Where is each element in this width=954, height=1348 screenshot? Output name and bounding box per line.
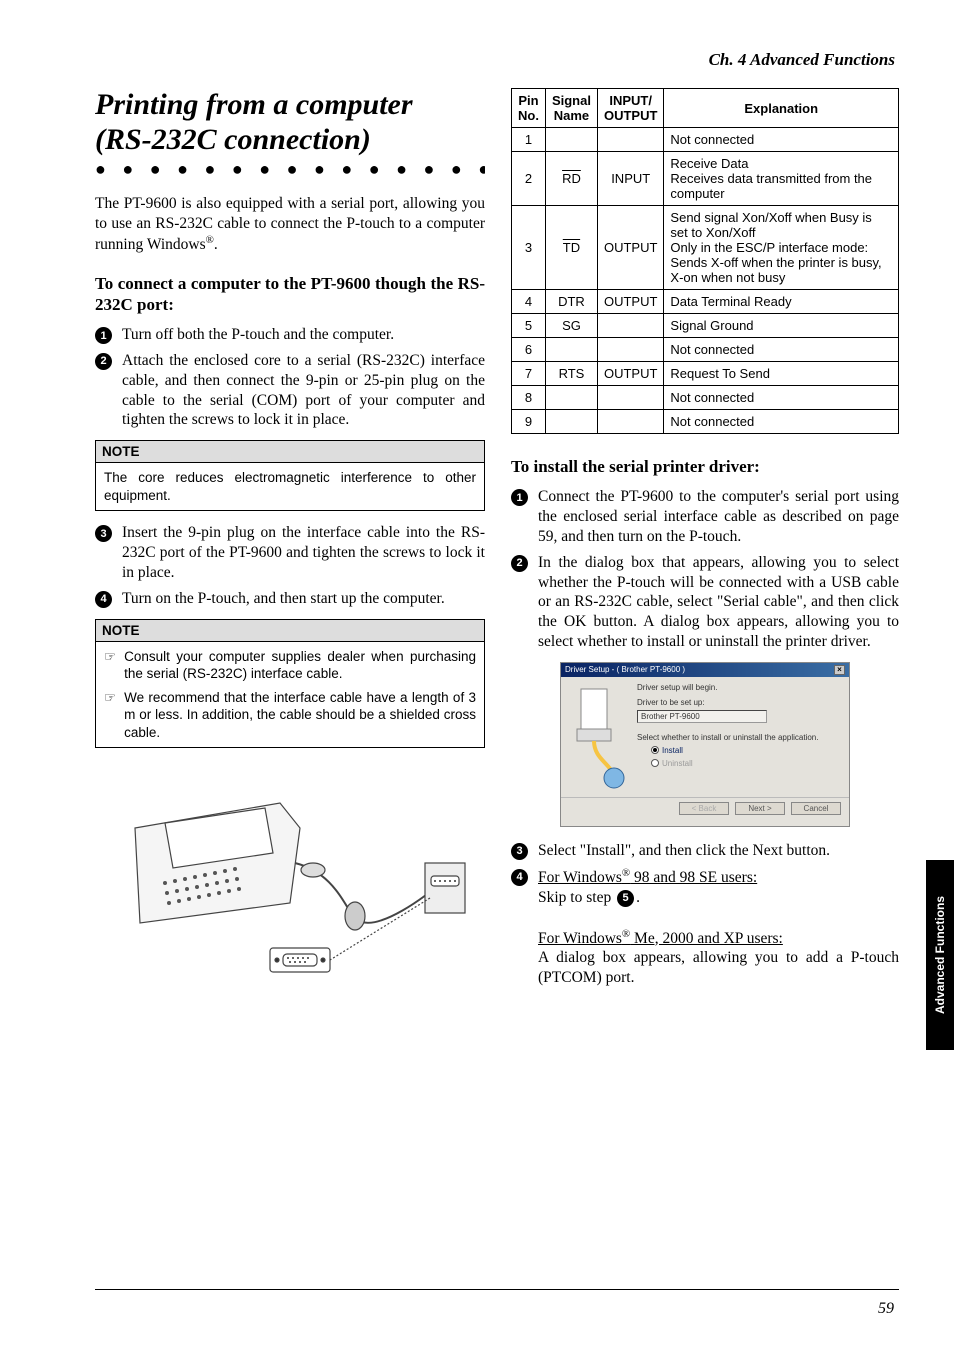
note-item-text: Consult your computer supplies dealer wh… bbox=[124, 648, 476, 683]
radio-uninstall: Uninstall bbox=[651, 759, 841, 768]
step-c3: 3 Select "Install", and then click the N… bbox=[511, 841, 899, 861]
table-row: 6Not connected bbox=[512, 338, 899, 362]
steps-install: 1 Connect the PT-9600 to the computer's … bbox=[511, 487, 899, 652]
intro-paragraph: The PT-9600 is also equipped with a seri… bbox=[95, 194, 485, 255]
back-button: < Back bbox=[679, 802, 729, 815]
section-title: Printing from a computer (RS-232C connec… bbox=[95, 88, 485, 157]
note-header: NOTE bbox=[96, 441, 484, 463]
note-body: The core reduces electromagnetic interfe… bbox=[96, 463, 484, 510]
radio-install: Install bbox=[651, 746, 841, 755]
step-c4: 4 For Windows® 98 and 98 SE users: Skip … bbox=[511, 867, 899, 988]
step-number-icon: 3 bbox=[95, 525, 112, 542]
step-2: 2 Attach the enclosed core to a serial (… bbox=[95, 351, 485, 430]
screenshot-graphic bbox=[569, 683, 629, 793]
step-number-icon: 4 bbox=[95, 591, 112, 608]
th-io: INPUT/OUTPUT bbox=[597, 89, 663, 128]
step-number-icon: 2 bbox=[511, 555, 528, 572]
pin-table: PinNo. SignalName INPUT/OUTPUT Explanati… bbox=[511, 88, 899, 434]
th-pin: PinNo. bbox=[512, 89, 546, 128]
note-box-1: NOTE The core reduces electromagnetic in… bbox=[95, 440, 485, 511]
table-row: 4DTROUTPUTData Terminal Ready bbox=[512, 290, 899, 314]
note-header: NOTE bbox=[96, 620, 484, 642]
steps-connect-b: 3 Insert the 9-pin plug on the interface… bbox=[95, 523, 485, 608]
device-cable-illustration bbox=[95, 768, 485, 978]
right-column: PinNo. SignalName INPUT/OUTPUT Explanati… bbox=[511, 88, 899, 998]
screenshot-titlebar: Driver Setup - ( Brother PT-9600 ) × bbox=[561, 663, 849, 677]
title-dots: ● ● ● ● ● ● ● ● ● ● ● ● ● ● ● ● ● ● ● ● … bbox=[95, 159, 485, 180]
step-number-icon: 1 bbox=[95, 327, 112, 344]
title-line1: Printing from a computer bbox=[95, 88, 413, 121]
table-row: 9Not connected bbox=[512, 410, 899, 434]
table-row: 2RDINPUTReceive DataReceives data transm… bbox=[512, 152, 899, 206]
driver-setup-screenshot: Driver Setup - ( Brother PT-9600 ) × Dri… bbox=[560, 662, 850, 827]
screenshot-text: Driver setup will begin. Driver to be se… bbox=[637, 683, 841, 793]
page-number: 59 bbox=[878, 1300, 894, 1318]
subheading-connect: To connect a computer to the PT-9600 tho… bbox=[95, 273, 485, 316]
steps-connect-a: 1 Turn off both the P-touch and the comp… bbox=[95, 325, 485, 430]
note-body: ☞ Consult your computer supplies dealer … bbox=[96, 642, 484, 748]
step-number-icon: 2 bbox=[95, 353, 112, 370]
pointer-icon: ☞ bbox=[104, 689, 116, 742]
title-line2: (RS-232C connection) bbox=[95, 123, 371, 156]
radio-icon bbox=[651, 746, 659, 754]
screenshot-title: Driver Setup - ( Brother PT-9600 ) bbox=[565, 665, 685, 674]
th-exp: Explanation bbox=[664, 89, 899, 128]
step-number-icon: 3 bbox=[511, 843, 528, 860]
pointer-icon: ☞ bbox=[104, 648, 116, 683]
footer-rule bbox=[95, 1289, 899, 1290]
table-row: 1Not connected bbox=[512, 128, 899, 152]
step-c1: 1 Connect the PT-9600 to the computer's … bbox=[511, 487, 899, 546]
step-number-icon: 1 bbox=[511, 489, 528, 506]
steps-install-cont: 3 Select "Install", and then click the N… bbox=[511, 841, 899, 988]
side-tab: Advanced Functions bbox=[926, 860, 954, 1050]
close-icon: × bbox=[834, 665, 845, 675]
cancel-button: Cancel bbox=[791, 802, 841, 815]
note-item-text: We recommend that the interface cable ha… bbox=[124, 689, 476, 742]
radio-icon bbox=[651, 759, 659, 767]
step-number-icon: 4 bbox=[511, 869, 528, 886]
table-row: 5SGSignal Ground bbox=[512, 314, 899, 338]
table-row: 8Not connected bbox=[512, 386, 899, 410]
step-4: 4 Turn on the P-touch, and then start up… bbox=[95, 589, 485, 609]
subheading-install: To install the serial printer driver: bbox=[511, 456, 899, 477]
note-box-2: NOTE ☞ Consult your computer supplies de… bbox=[95, 619, 485, 749]
chapter-header: Ch. 4 Advanced Functions bbox=[95, 50, 899, 70]
step-c2: 2 In the dialog box that appears, allowi… bbox=[511, 553, 899, 652]
step-c4-text: For Windows® 98 and 98 SE users: Skip to… bbox=[538, 867, 899, 988]
screenshot-buttons: < Back Next > Cancel bbox=[561, 797, 849, 819]
th-signal: SignalName bbox=[545, 89, 597, 128]
side-tab-label: Advanced Functions bbox=[933, 896, 947, 1014]
left-column: Printing from a computer (RS-232C connec… bbox=[95, 88, 485, 998]
step-3: 3 Insert the 9-pin plug on the interface… bbox=[95, 523, 485, 582]
table-row: 7RTSOUTPUTRequest To Send bbox=[512, 362, 899, 386]
next-button: Next > bbox=[735, 802, 785, 815]
table-row: 3TDOUTPUTSend signal Xon/Xoff when Busy … bbox=[512, 206, 899, 290]
step-1: 1 Turn off both the P-touch and the comp… bbox=[95, 325, 485, 345]
